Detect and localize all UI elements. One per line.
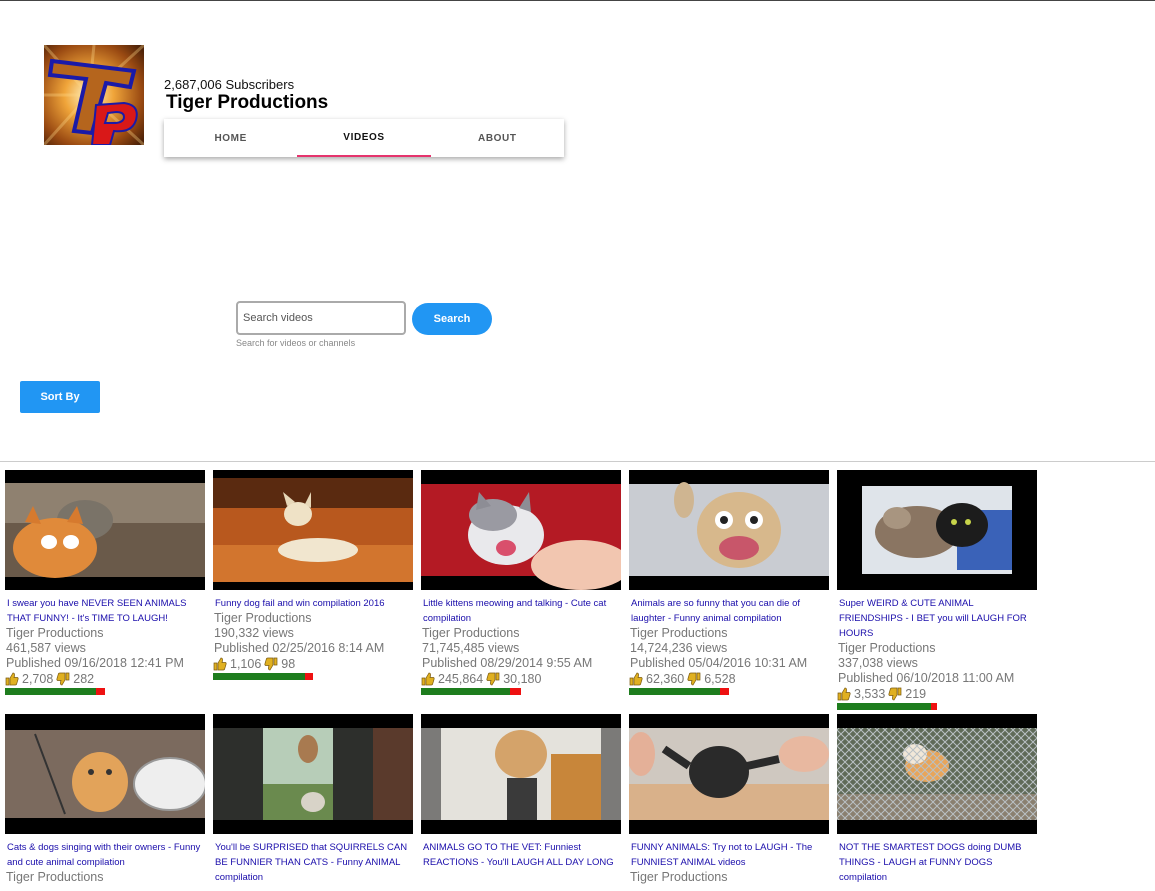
video-thumbnail[interactable] bbox=[213, 470, 413, 590]
video-thumbnail[interactable] bbox=[213, 714, 413, 834]
video-title-link[interactable]: NOT THE SMARTEST DOGS doing DUMB THINGS … bbox=[837, 840, 1037, 885]
video-card: I swear you have NEVER SEEN ANIMALS THAT… bbox=[5, 470, 205, 695]
video-published: Published 02/25/2016 8:14 AM bbox=[214, 641, 385, 655]
like-ratio-bar bbox=[5, 688, 107, 695]
dislike-count: 282 bbox=[73, 672, 95, 686]
video-thumbnail[interactable] bbox=[5, 470, 205, 590]
video-channel[interactable]: Tiger Productions bbox=[5, 870, 205, 885]
video-rating: 1,106 98 bbox=[213, 657, 413, 671]
search-button[interactable]: Search bbox=[412, 303, 492, 335]
thumbs-up-icon[interactable] bbox=[421, 672, 435, 686]
thumbs-down-icon[interactable] bbox=[486, 672, 500, 686]
section-divider bbox=[0, 461, 1155, 462]
video-published: Published 05/04/2016 10:31 AM bbox=[630, 656, 808, 670]
video-thumbnail[interactable] bbox=[421, 470, 621, 590]
sort-by-button[interactable]: Sort By bbox=[20, 381, 100, 413]
video-views: 190,332 views bbox=[214, 626, 294, 640]
like-ratio-bar bbox=[213, 673, 315, 680]
video-channel[interactable]: Tiger Productions bbox=[629, 870, 829, 885]
search-hint: Search for videos or channels bbox=[236, 338, 356, 348]
dislike-count: 98 bbox=[281, 657, 296, 671]
video-title-link[interactable]: FUNNY ANIMALS: Try not to LAUGH - The FU… bbox=[629, 840, 829, 870]
video-title-link[interactable]: Animals are so funny that you can die of… bbox=[629, 596, 829, 626]
thumbs-down-icon[interactable] bbox=[888, 687, 902, 701]
thumbs-down-icon[interactable] bbox=[264, 657, 278, 671]
tab-about[interactable]: ABOUT bbox=[431, 119, 564, 157]
video-channel[interactable]: Tiger Productions bbox=[421, 626, 621, 641]
dislike-count: 30,180 bbox=[503, 672, 542, 686]
thumbs-up-icon[interactable] bbox=[5, 672, 19, 686]
video-views: 14,724,236 views bbox=[630, 641, 728, 655]
video-published: Published 08/29/2014 9:55 AM bbox=[422, 656, 593, 670]
video-rating: 245,864 30,180 bbox=[421, 672, 621, 686]
video-title-link[interactable]: ANIMALS GO TO THE VET: Funniest REACTION… bbox=[421, 840, 621, 870]
video-rating: 62,360 6,528 bbox=[629, 672, 829, 686]
video-channel[interactable]: Tiger Productions bbox=[5, 626, 205, 641]
video-thumbnail[interactable] bbox=[629, 470, 829, 590]
video-card: ANIMALS GO TO THE VET: Funniest REACTION… bbox=[421, 714, 621, 870]
video-title-link[interactable]: You'll be SURPRISED that SQUIRRELS CAN B… bbox=[213, 840, 413, 885]
video-views: 71,745,485 views bbox=[422, 641, 520, 655]
video-thumbnail[interactable] bbox=[5, 714, 205, 834]
video-rating: 2,708 282 bbox=[5, 672, 205, 686]
video-card: Little kittens meowing and talking - Cut… bbox=[421, 470, 621, 695]
video-title-link[interactable]: Cats & dogs singing with their owners - … bbox=[5, 840, 205, 870]
video-title-link[interactable]: I swear you have NEVER SEEN ANIMALS THAT… bbox=[5, 596, 205, 626]
video-channel[interactable]: Tiger Productions bbox=[837, 641, 1037, 656]
thumbs-up-icon[interactable] bbox=[629, 672, 643, 686]
tab-videos[interactable]: VIDEOS bbox=[297, 119, 431, 157]
channel-name: Tiger Productions bbox=[166, 92, 329, 113]
dislike-count: 6,528 bbox=[704, 672, 736, 686]
thumbs-down-icon[interactable] bbox=[687, 672, 701, 686]
like-count: 62,360 bbox=[646, 672, 685, 686]
thumbs-up-icon[interactable] bbox=[213, 657, 227, 671]
like-ratio-bar bbox=[837, 703, 939, 710]
like-ratio-bar bbox=[629, 688, 731, 695]
video-views: 461,587 views bbox=[6, 641, 86, 655]
video-views: 337,038 views bbox=[838, 656, 918, 670]
top-border bbox=[0, 0, 1155, 1]
thumbs-up-icon[interactable] bbox=[837, 687, 851, 701]
like-count: 2,708 bbox=[22, 672, 54, 686]
video-published: Published 06/10/2018 11:00 AM bbox=[838, 671, 1015, 685]
video-card: Cats & dogs singing with their owners - … bbox=[5, 714, 205, 885]
subscriber-count: 2,687,006 Subscribers bbox=[164, 77, 295, 92]
search-input[interactable] bbox=[236, 301, 406, 335]
video-card: Super WEIRD & CUTE ANIMAL FRIENDSHIPS - … bbox=[837, 470, 1037, 710]
video-channel[interactable]: Tiger Productions bbox=[213, 611, 413, 626]
like-ratio-bar bbox=[421, 688, 523, 695]
video-title-link[interactable]: Super WEIRD & CUTE ANIMAL FRIENDSHIPS - … bbox=[837, 596, 1037, 641]
like-count: 3,533 bbox=[854, 687, 886, 701]
video-card: Animals are so funny that you can die of… bbox=[629, 470, 829, 695]
video-title-link[interactable]: Funny dog fail and win compilation 2016 bbox=[213, 596, 413, 611]
video-card: FUNNY ANIMALS: Try not to LAUGH - The FU… bbox=[629, 714, 829, 885]
channel-avatar[interactable] bbox=[44, 45, 144, 145]
video-card: NOT THE SMARTEST DOGS doing DUMB THINGS … bbox=[837, 714, 1037, 885]
dislike-count: 219 bbox=[905, 687, 927, 701]
like-count: 1,106 bbox=[230, 657, 262, 671]
channel-logo-icon bbox=[44, 45, 144, 145]
video-rating: 3,533 219 bbox=[837, 687, 1037, 701]
video-thumbnail[interactable] bbox=[629, 714, 829, 834]
video-title-link[interactable]: Little kittens meowing and talking - Cut… bbox=[421, 596, 621, 626]
channel-tabs: HOME VIDEOS ABOUT bbox=[164, 119, 564, 157]
video-channel[interactable]: Tiger Productions bbox=[629, 626, 829, 641]
like-count: 245,864 bbox=[438, 672, 484, 686]
video-published: Published 09/16/2018 12:41 PM bbox=[6, 656, 184, 670]
video-card: You'll be SURPRISED that SQUIRRELS CAN B… bbox=[213, 714, 413, 885]
video-card: Funny dog fail and win compilation 2016 … bbox=[213, 470, 413, 680]
thumbs-down-icon[interactable] bbox=[56, 672, 70, 686]
video-thumbnail[interactable] bbox=[421, 714, 621, 834]
tab-home[interactable]: HOME bbox=[164, 119, 297, 157]
video-thumbnail[interactable] bbox=[837, 470, 1037, 590]
video-thumbnail[interactable] bbox=[837, 714, 1037, 834]
